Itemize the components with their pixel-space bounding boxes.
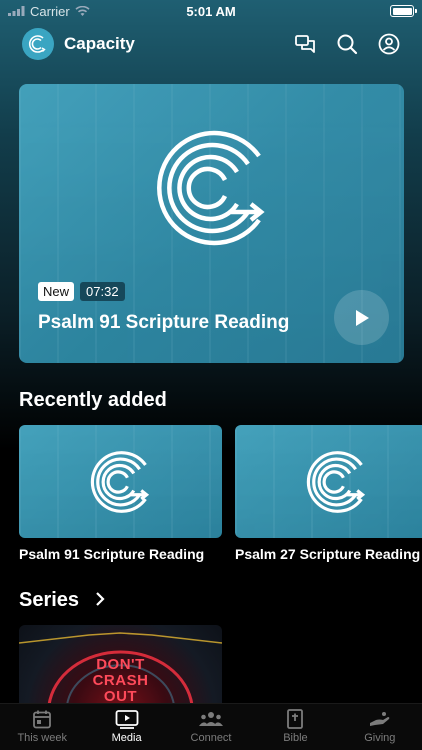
series-card-text: DON'T CRASH OUT bbox=[19, 657, 222, 705]
bible-icon bbox=[287, 709, 304, 729]
new-badge: New bbox=[38, 282, 75, 301]
capacity-logo-icon bbox=[306, 450, 365, 513]
tab-bible[interactable]: Bible bbox=[253, 704, 337, 750]
play-button[interactable] bbox=[334, 290, 389, 345]
tab-label: Connect bbox=[190, 732, 232, 744]
tab-label: Giving bbox=[364, 732, 396, 744]
tab-giving[interactable]: Giving bbox=[338, 704, 422, 750]
search-icon[interactable] bbox=[336, 33, 358, 55]
battery-icon bbox=[390, 5, 417, 17]
battery bbox=[390, 5, 417, 17]
media-card[interactable]: Psalm 91 Scripture Reading bbox=[19, 425, 222, 562]
series-text-line-2: CRASH bbox=[92, 672, 149, 689]
media-card-title: Psalm 27 Scripture Reading bbox=[235, 546, 421, 562]
tab-label: This week bbox=[17, 732, 67, 744]
featured-card[interactable]: New 07:32 Psalm 91 Scripture Reading bbox=[19, 84, 404, 363]
top-icons bbox=[294, 33, 400, 55]
tab-label: Bible bbox=[283, 732, 308, 744]
series-card[interactable]: DON'T CRASH OUT bbox=[19, 625, 222, 705]
media-thumbnail bbox=[19, 425, 222, 538]
tab-media[interactable]: Media bbox=[84, 704, 168, 750]
group-icon bbox=[199, 712, 224, 726]
play-icon bbox=[355, 309, 369, 326]
series-text-line-1: DON'T bbox=[96, 656, 145, 673]
recently-added-heading: Recently added bbox=[19, 389, 167, 411]
tab-connect[interactable]: Connect bbox=[169, 704, 253, 750]
battery-fill bbox=[392, 7, 412, 15]
status-bar: Carrier 5:01 AM bbox=[0, 0, 422, 22]
top-bar: Capacity bbox=[0, 24, 422, 64]
app-logo[interactable] bbox=[22, 28, 54, 60]
profile-icon[interactable] bbox=[378, 33, 400, 55]
featured-badges: New 07:32 bbox=[38, 282, 125, 301]
calendar-icon bbox=[33, 710, 52, 729]
featured-title: Psalm 91 Scripture Reading bbox=[38, 312, 290, 333]
video-icon bbox=[115, 710, 139, 729]
app-title: Capacity bbox=[64, 34, 135, 53]
capacity-logo-icon bbox=[90, 450, 149, 513]
featured-logo-icon bbox=[157, 130, 265, 246]
status-time: 5:01 AM bbox=[186, 3, 236, 19]
capacity-logo-icon bbox=[28, 35, 46, 53]
series-heading[interactable]: Series bbox=[19, 589, 79, 612]
tab-bar: This week Media Connect Bible Giving bbox=[0, 703, 422, 750]
media-thumbnail bbox=[235, 425, 422, 538]
tab-label: Media bbox=[111, 732, 142, 744]
media-card[interactable]: Psalm 27 Scripture Reading bbox=[235, 425, 422, 562]
chevron-right-icon[interactable] bbox=[95, 592, 105, 606]
giving-hand-icon bbox=[369, 712, 390, 726]
tab-this-week[interactable]: This week bbox=[0, 704, 84, 750]
duration-badge: 07:32 bbox=[80, 282, 125, 301]
chat-icon[interactable] bbox=[294, 33, 316, 55]
media-card-title: Psalm 91 Scripture Reading bbox=[19, 546, 205, 562]
